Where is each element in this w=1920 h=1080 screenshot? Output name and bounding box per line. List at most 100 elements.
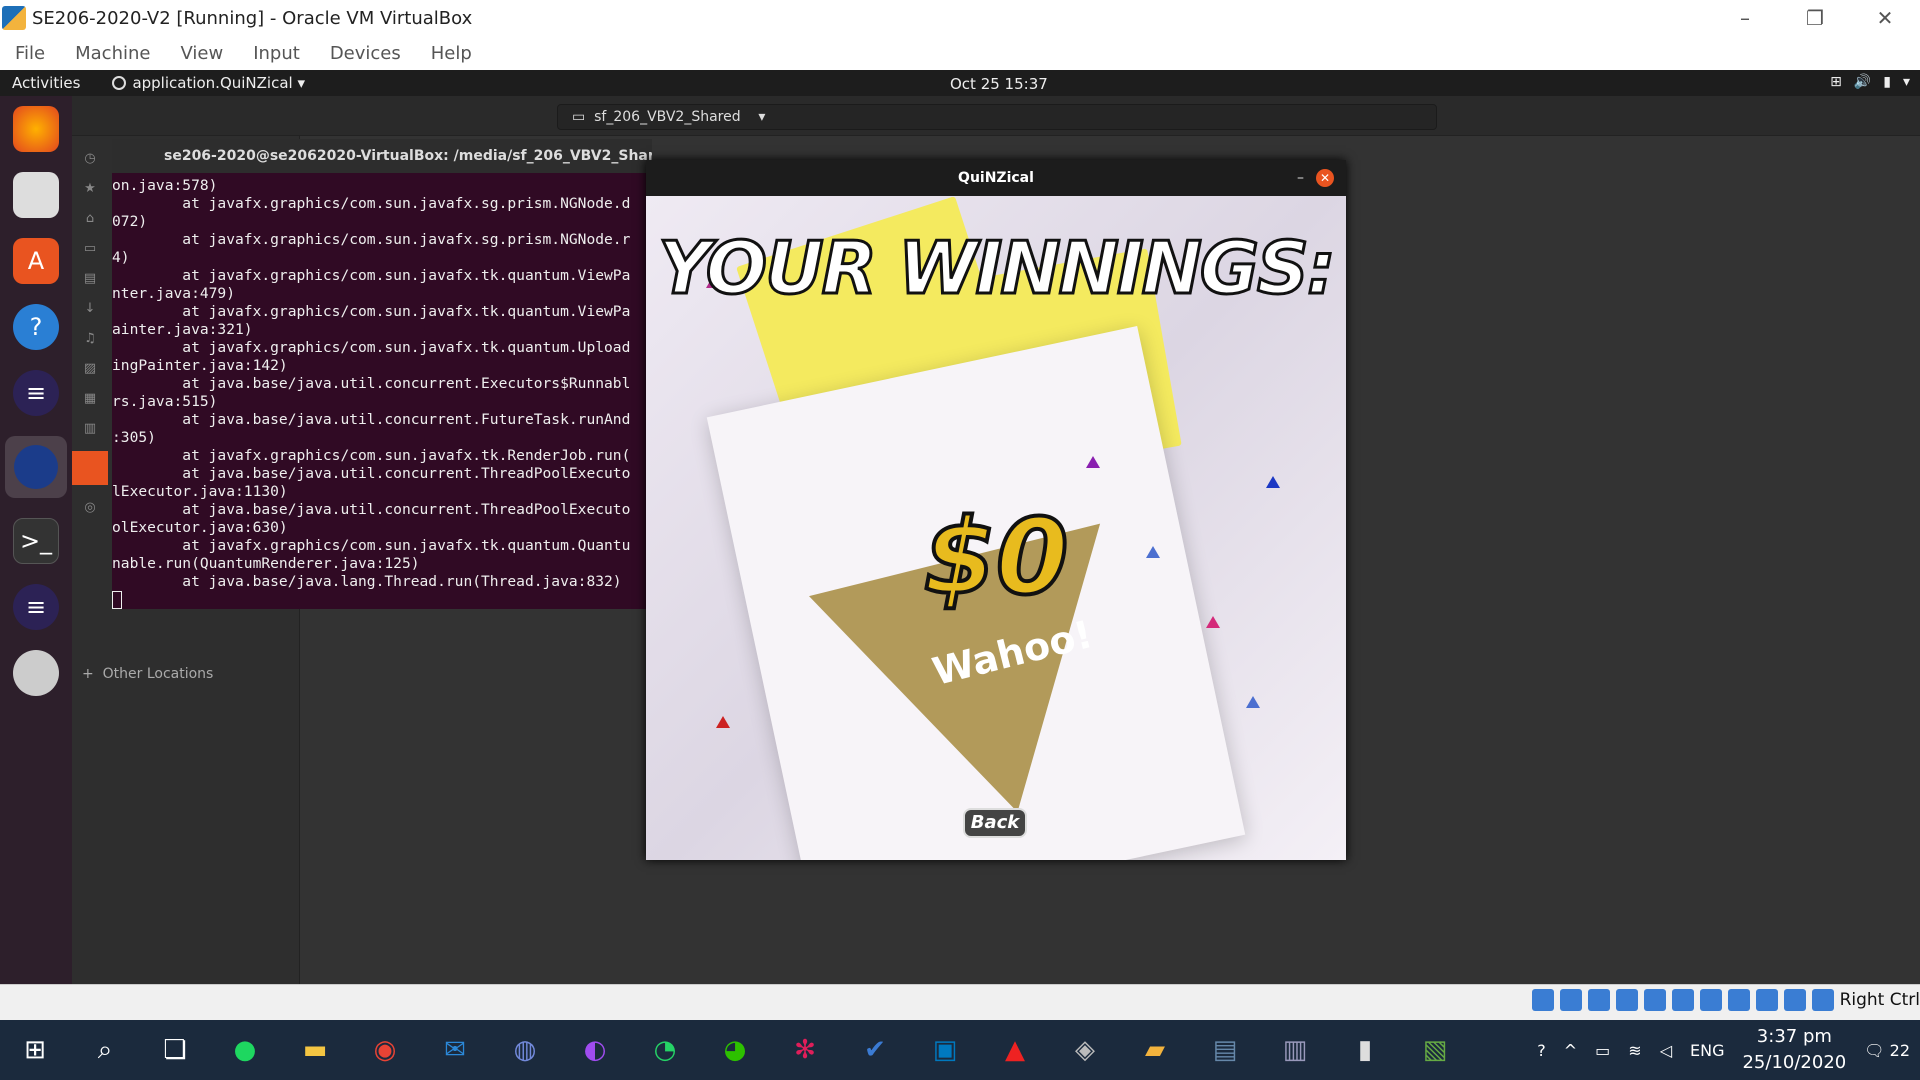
- firefox-icon[interactable]: [13, 106, 59, 152]
- close-button[interactable]: ✕: [1316, 169, 1334, 187]
- speaker-icon[interactable]: ◁: [1660, 1041, 1672, 1060]
- app-menu[interactable]: application.QuiNZical ▾: [112, 74, 305, 92]
- documents-icon[interactable]: ▤: [84, 271, 96, 286]
- optical-drive-icon[interactable]: [1559, 989, 1582, 1011]
- file-explorer-icon[interactable]: ▬: [290, 1025, 340, 1075]
- quinzical-app-icon[interactable]: [5, 436, 67, 498]
- disc-small-icon[interactable]: ◎: [84, 500, 95, 515]
- battery-icon: ▮: [1883, 74, 1891, 90]
- starred-icon[interactable]: ★: [84, 181, 96, 196]
- language-indicator[interactable]: ENG: [1690, 1041, 1724, 1060]
- downloads-icon[interactable]: ↓: [85, 301, 96, 316]
- audio-icon[interactable]: [1587, 989, 1610, 1011]
- recording-icon[interactable]: [1727, 989, 1750, 1011]
- harddisk-icon[interactable]: [1531, 989, 1554, 1011]
- acrobat-icon[interactable]: ▲: [990, 1025, 1040, 1075]
- mail-icon[interactable]: ✉: [430, 1025, 480, 1075]
- confetti: [1086, 456, 1100, 468]
- activities-button[interactable]: Activities: [0, 74, 92, 92]
- windows-start-icon[interactable]: ⊞: [10, 1025, 60, 1075]
- control-panel-icon[interactable]: ▤: [1200, 1025, 1250, 1075]
- menu-help[interactable]: Help: [416, 43, 487, 64]
- music-icon[interactable]: ♫: [84, 331, 96, 346]
- virtualbox-vm-icon[interactable]: ▰: [1130, 1025, 1180, 1075]
- minimize-button[interactable]: –: [1297, 160, 1304, 196]
- terminal-icon[interactable]: >_: [13, 518, 59, 564]
- remote-desktop-icon[interactable]: ▥: [1270, 1025, 1320, 1075]
- windows-tray: ? ^ ▭ ≋ ◁ ENG 3:37 pm 25/10/2020 🗨 22: [1537, 1020, 1910, 1080]
- help-tray-icon[interactable]: ?: [1537, 1041, 1546, 1060]
- virtualbox-cube-icon[interactable]: ◈: [1060, 1025, 1110, 1075]
- shared-folders-icon[interactable]: [1671, 989, 1694, 1011]
- pictures-icon[interactable]: ▨: [84, 361, 96, 376]
- todo-icon[interactable]: ✔: [850, 1025, 900, 1075]
- back-button[interactable]: Back: [963, 808, 1027, 838]
- menu-file[interactable]: File: [0, 43, 60, 64]
- slack-icon[interactable]: ✻: [780, 1025, 830, 1075]
- terminal-line: at java.base/java.util.concurrent.Thread…: [112, 465, 631, 482]
- gnome-clock[interactable]: Oct 25 15:37: [950, 75, 1048, 93]
- home-icon[interactable]: ⌂: [86, 211, 94, 226]
- window-title: SE206-2020-V2 [Running] - Oracle VM Virt…: [32, 7, 473, 29]
- cpu-icon[interactable]: [1755, 989, 1778, 1011]
- notification-count: 22: [1889, 1040, 1910, 1060]
- task-view-icon[interactable]: ❏: [150, 1025, 200, 1075]
- path-bar[interactable]: ▭ sf_206_VBV2_Shared ▾: [557, 104, 1437, 130]
- menu-view[interactable]: View: [165, 43, 238, 64]
- eclipse-icon-2[interactable]: ≡: [13, 584, 59, 630]
- terminal-line: at java.base/java.util.concurrent.Thread…: [112, 501, 631, 518]
- help-icon[interactable]: ?: [13, 304, 59, 350]
- display-icon[interactable]: [1699, 989, 1722, 1011]
- trash-icon[interactable]: ▥: [84, 421, 96, 436]
- confetti: [1266, 476, 1280, 488]
- files-header-bar: ▭ sf_206_VBV2_Shared ▾: [72, 96, 1920, 136]
- chevron-down-icon: ▾: [1902, 74, 1910, 90]
- wifi-icon[interactable]: ≋: [1628, 1041, 1641, 1060]
- menu-input[interactable]: Input: [238, 43, 315, 64]
- close-button[interactable]: ✕: [1850, 0, 1920, 36]
- system-tray[interactable]: ⊞ 🔊 ▮ ▾: [1830, 74, 1910, 90]
- chevron-up-icon[interactable]: ^: [1564, 1041, 1577, 1060]
- minimize-button[interactable]: –: [1710, 0, 1780, 36]
- eclipse-icon[interactable]: ≡: [13, 370, 59, 416]
- other-locations[interactable]: + Other Locations: [82, 666, 213, 682]
- usb-icon[interactable]: [1643, 989, 1666, 1011]
- desktop-icon[interactable]: ▭: [84, 241, 96, 256]
- other-locations-label: Other Locations: [102, 666, 214, 682]
- messenger-icon[interactable]: ◐: [570, 1025, 620, 1075]
- image-editor-icon[interactable]: ▧: [1410, 1025, 1460, 1075]
- search-icon[interactable]: ⌕: [80, 1025, 130, 1075]
- terminal-line: at java.base/java.lang.Thread.run(Thread…: [112, 573, 622, 590]
- taskbar-clock[interactable]: 3:37 pm 25/10/2020: [1742, 1024, 1846, 1076]
- terminal-line: at java.base/java.util.concurrent.Execut…: [112, 375, 631, 392]
- spotify-icon[interactable]: ●: [220, 1025, 270, 1075]
- command-prompt-icon[interactable]: ▮: [1340, 1025, 1390, 1075]
- software-center-icon[interactable]: A: [13, 238, 59, 284]
- terminal-window[interactable]: se206-2020@se2062020-VirtualBox: /media/…: [112, 139, 652, 609]
- menu-devices[interactable]: Devices: [315, 43, 416, 64]
- keyboard-icon[interactable]: [1811, 989, 1834, 1011]
- wechat-icon[interactable]: ◕: [710, 1025, 760, 1075]
- quinzical-window: QuiNZical – ✕ Wahoo! YOUR WINNINGS: $0 B…: [646, 160, 1346, 860]
- battery-icon[interactable]: ▭: [1595, 1041, 1610, 1060]
- host-key-label: Right Ctrl: [1839, 990, 1920, 1010]
- notification-center[interactable]: 🗨 22: [1864, 1041, 1910, 1060]
- disc-icon[interactable]: [13, 650, 59, 696]
- files-icon[interactable]: [13, 172, 59, 218]
- videos-icon[interactable]: ▦: [84, 391, 96, 406]
- clock-time: 3:37 pm: [1756, 1026, 1832, 1047]
- recent-icon[interactable]: ◷: [84, 151, 95, 166]
- trello-icon[interactable]: ▣: [920, 1025, 970, 1075]
- gnome-top-bar: Activities application.QuiNZical ▾ Oct 2…: [0, 70, 1920, 96]
- chrome-icon[interactable]: ◉: [360, 1025, 410, 1075]
- discord-icon[interactable]: ◍: [500, 1025, 550, 1075]
- whatsapp-icon[interactable]: ◔: [640, 1025, 690, 1075]
- restore-button[interactable]: ❐: [1780, 0, 1850, 36]
- mouse-integration-icon[interactable]: [1783, 989, 1806, 1011]
- menu-machine[interactable]: Machine: [60, 43, 165, 64]
- quinzical-title: QuiNZical: [958, 170, 1034, 186]
- windows-taskbar: ⊞ ⌕ ❏ ● ▬ ◉ ✉ ◍ ◐ ◔ ◕ ✻ ✔ ▣ ▲ ◈ ▰ ▤ ▥ ▮ …: [0, 1020, 1920, 1080]
- terminal-line: 4): [112, 249, 130, 266]
- network-adapter-icon[interactable]: [1615, 989, 1638, 1011]
- shared-folder-icon[interactable]: [72, 451, 108, 485]
